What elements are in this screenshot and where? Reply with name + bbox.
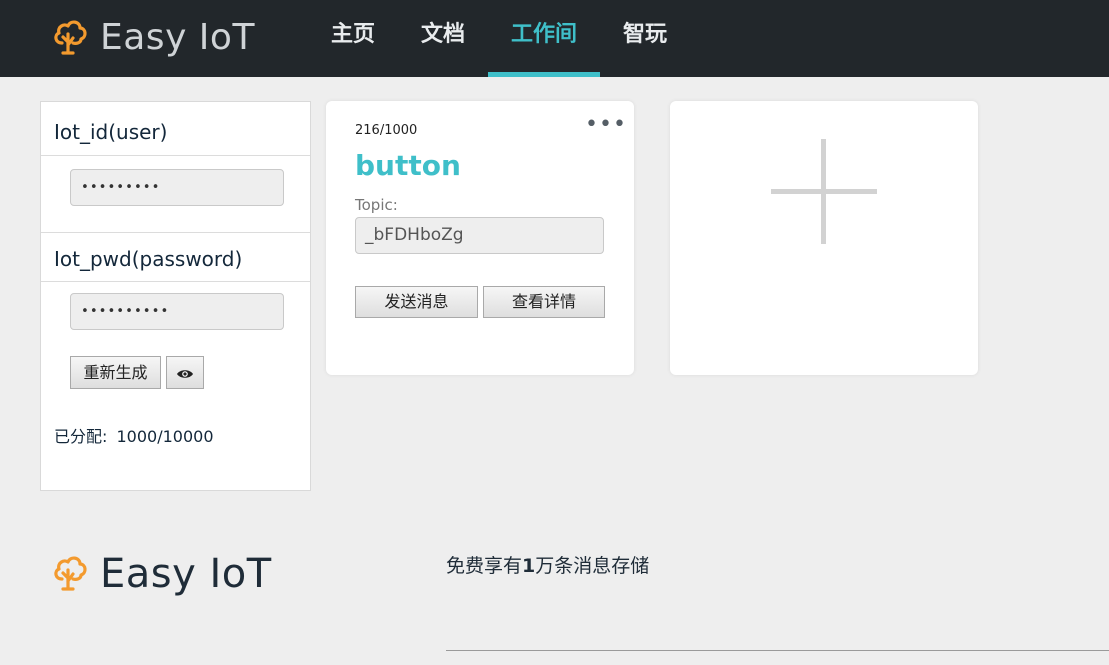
footer-divider [446, 650, 1109, 651]
device-name: button [355, 149, 461, 182]
nav-docs[interactable]: 文档 [420, 0, 466, 77]
message-count: 216/1000 [355, 123, 418, 138]
tagline-part: 免费享有 [446, 555, 523, 577]
credential-panel: Iot_id(user) ••••••••• Iot_pwd(password)… [40, 101, 311, 491]
footer-brand-name: Easy IoT [100, 551, 272, 597]
nav-workspace[interactable]: 工作间 [488, 0, 600, 77]
nav-smart-play[interactable]: 智玩 [622, 0, 668, 77]
allocation-label: 已分配: [54, 427, 108, 446]
nav-home[interactable]: 主页 [330, 0, 376, 77]
top-nav-bar: Easy IoT 主页 文档 工作间 智玩 [0, 0, 1109, 77]
regenerate-button[interactable]: 重新生成 [70, 356, 161, 389]
cloud-tree-icon [52, 16, 88, 60]
send-message-button[interactable]: 发送消息 [355, 286, 478, 318]
iot-pwd-field[interactable]: •••••••••• [70, 293, 284, 330]
brand-name: Easy IoT [100, 17, 255, 58]
tagline-highlight: 1 [522, 555, 536, 577]
cloud-tree-icon [52, 551, 88, 597]
allocation-value: 1000/10000 [116, 427, 214, 446]
topic-field[interactable]: _bFDHboZg [355, 217, 604, 254]
iot-id-field[interactable]: ••••••••• [70, 169, 284, 206]
tagline-part: 万条消息存储 [535, 555, 650, 577]
eye-icon [176, 363, 194, 382]
iot-id-label: Iot_id(user) [41, 106, 310, 156]
more-options-icon[interactable]: ••• [585, 114, 627, 136]
footer-tagline: 免费享有1万条消息存储 [446, 551, 649, 578]
reveal-password-button[interactable] [166, 356, 204, 389]
footer-logo: Easy IoT [52, 549, 272, 599]
header-logo[interactable]: Easy IoT [52, 16, 255, 60]
add-device-card[interactable] [670, 101, 978, 375]
iot-pwd-label: Iot_pwd(password) [41, 232, 310, 282]
view-details-button[interactable]: 查看详情 [483, 286, 605, 318]
device-card: 216/1000 ••• button Topic: _bFDHboZg 发送消… [326, 101, 634, 375]
allocation-status: 已分配: 1000/10000 [54, 423, 214, 447]
topic-label: Topic: [355, 196, 398, 214]
